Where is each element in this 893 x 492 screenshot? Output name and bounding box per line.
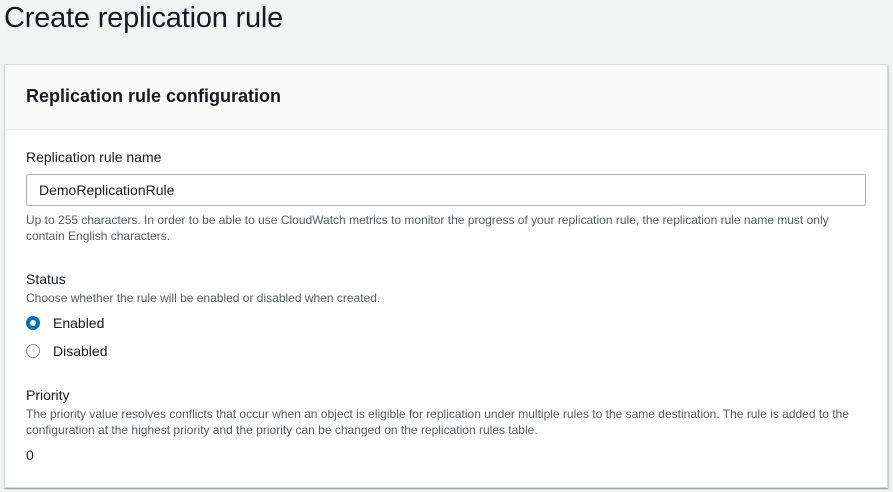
- priority-label: Priority: [26, 387, 70, 403]
- enabled-radio-label[interactable]: Enabled: [53, 315, 104, 331]
- panel-header: Replication rule configuration: [5, 65, 887, 130]
- rule-name-input[interactable]: DemoReplicationRule: [26, 174, 866, 206]
- status-disabled-option[interactable]: Disabled: [26, 343, 107, 359]
- enabled-radio[interactable]: [26, 316, 40, 330]
- status-description: Choose whether the rule will be enabled …: [26, 291, 381, 305]
- priority-value: 0: [26, 447, 34, 463]
- replication-config-panel: Replication rule configuration Replicati…: [4, 64, 888, 488]
- disabled-radio-label[interactable]: Disabled: [53, 343, 107, 359]
- status-enabled-option[interactable]: Enabled: [26, 315, 104, 331]
- status-label: Status: [26, 271, 66, 287]
- rule-name-label: Replication rule name: [26, 149, 162, 165]
- disabled-radio[interactable]: [26, 344, 40, 358]
- rule-name-description: Up to 255 characters. In order to be abl…: [26, 213, 829, 243]
- panel-title: Replication rule configuration: [26, 86, 282, 106]
- page-title: Create replication rule: [4, 2, 284, 34]
- priority-description: The priority value resolves conflicts th…: [26, 407, 849, 437]
